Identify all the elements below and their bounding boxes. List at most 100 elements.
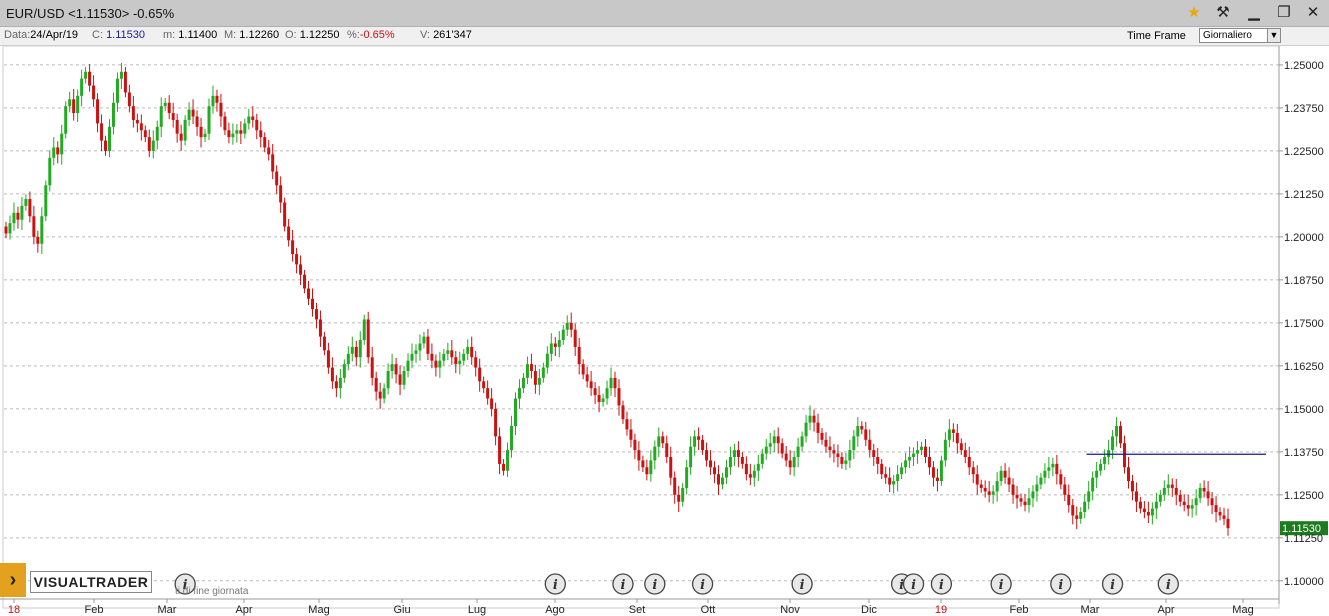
close-icon[interactable]: ✕ bbox=[1302, 2, 1324, 24]
time-frame-select[interactable]: Giornaliero ▼ bbox=[1199, 28, 1281, 43]
candle bbox=[366, 311, 370, 364]
candle bbox=[1011, 478, 1015, 504]
x-tick-label: Feb bbox=[1010, 604, 1029, 616]
candle-body bbox=[450, 350, 454, 358]
candle-body bbox=[430, 353, 434, 361]
candle-body bbox=[422, 336, 426, 344]
info-icon[interactable]: i bbox=[1050, 573, 1072, 595]
candle-body bbox=[243, 123, 247, 134]
candle bbox=[4, 221, 8, 239]
candle bbox=[633, 433, 637, 460]
candle-body bbox=[983, 487, 987, 492]
candle-body bbox=[20, 205, 24, 220]
candle bbox=[848, 439, 852, 468]
candle bbox=[195, 110, 199, 136]
eod-caption: ti di fine giornata bbox=[175, 586, 249, 597]
candle-body bbox=[828, 446, 832, 451]
candle bbox=[923, 439, 927, 464]
candle-body bbox=[175, 119, 179, 134]
candle bbox=[621, 400, 625, 424]
candle-body bbox=[939, 460, 943, 482]
star-icon[interactable]: ★ bbox=[1183, 2, 1205, 24]
candle-body bbox=[215, 95, 219, 103]
maximize-icon[interactable]: ❐ bbox=[1273, 2, 1295, 24]
candle bbox=[939, 455, 943, 486]
date-field: Data:24/Apr/19 bbox=[4, 29, 78, 41]
candle-body bbox=[1039, 477, 1043, 485]
candle-body bbox=[772, 436, 776, 444]
candle bbox=[442, 348, 446, 366]
candle bbox=[123, 66, 127, 98]
candle bbox=[1174, 479, 1178, 506]
candle bbox=[1154, 492, 1158, 519]
candle bbox=[291, 230, 295, 262]
candle-body bbox=[975, 474, 979, 485]
candle bbox=[20, 196, 24, 230]
candle-body bbox=[1138, 501, 1142, 509]
candle bbox=[247, 108, 251, 130]
info-icon[interactable]: i bbox=[990, 573, 1012, 595]
chevron-right-icon[interactable]: › bbox=[0, 563, 26, 597]
candle-body bbox=[303, 274, 307, 289]
price-chart[interactable]: iiiiiiiiiiiii 1.11530 1.100001.112501.12… bbox=[0, 46, 1329, 616]
info-icon[interactable]: i bbox=[612, 573, 634, 595]
candle-body bbox=[1174, 487, 1178, 495]
info-icon[interactable]: i bbox=[691, 573, 714, 595]
candle-body bbox=[792, 456, 796, 468]
candle bbox=[147, 129, 151, 158]
info-markers[interactable]: iiiiiiiiiiiii bbox=[174, 573, 1179, 595]
minimize-icon[interactable]: ▁ bbox=[1243, 2, 1265, 24]
candle-body bbox=[517, 388, 521, 399]
y-tick-label: 1.11250 bbox=[1284, 533, 1323, 545]
candle bbox=[279, 176, 283, 213]
candle bbox=[955, 423, 959, 454]
candle bbox=[748, 463, 752, 486]
info-icon[interactable]: i bbox=[644, 573, 666, 595]
plot-frame bbox=[2, 46, 1280, 609]
info-icon[interactable]: i bbox=[1157, 573, 1179, 595]
candle bbox=[1047, 456, 1051, 479]
max-field: M: 1.12260 bbox=[224, 29, 280, 41]
info-icon[interactable]: i bbox=[1101, 573, 1124, 595]
info-icon[interactable]: i bbox=[902, 573, 925, 595]
info-icon-glyph: i bbox=[652, 578, 657, 593]
candle-body bbox=[1067, 494, 1071, 506]
candle bbox=[88, 64, 92, 92]
candle-body bbox=[307, 288, 311, 299]
candle bbox=[653, 440, 657, 470]
candle-body bbox=[466, 346, 470, 354]
hammer-icon[interactable]: ⚒ bbox=[1212, 2, 1234, 24]
candle bbox=[1059, 469, 1063, 490]
candle bbox=[1071, 498, 1075, 525]
candle bbox=[96, 93, 100, 133]
candle-body bbox=[44, 185, 48, 217]
candle-body bbox=[326, 350, 330, 368]
candle-body bbox=[701, 439, 705, 451]
candle bbox=[1162, 480, 1166, 502]
candle-body bbox=[824, 439, 828, 447]
x-tick-label: Dic bbox=[861, 604, 877, 616]
info-icon[interactable]: i bbox=[930, 573, 953, 595]
candle bbox=[892, 474, 896, 494]
chevron-down-icon[interactable]: ▼ bbox=[1267, 29, 1280, 42]
candle bbox=[1198, 483, 1202, 504]
candle bbox=[609, 367, 613, 396]
candle-body bbox=[884, 474, 888, 478]
info-icon[interactable]: i bbox=[544, 573, 566, 595]
candle bbox=[625, 411, 629, 436]
candle bbox=[334, 375, 338, 398]
info-icon[interactable]: i bbox=[791, 573, 813, 595]
candle bbox=[713, 461, 717, 484]
candle-body bbox=[418, 343, 422, 351]
candle-body bbox=[748, 474, 752, 478]
candle bbox=[1019, 493, 1023, 507]
candle bbox=[151, 130, 155, 159]
candle-body bbox=[1222, 515, 1226, 519]
candle-body bbox=[275, 171, 279, 186]
x-tick-label: Nov bbox=[780, 604, 800, 616]
candle bbox=[900, 462, 904, 480]
candle-body bbox=[1007, 477, 1011, 485]
candle-body bbox=[1015, 494, 1019, 499]
candle-body bbox=[995, 481, 999, 492]
candle-body bbox=[470, 346, 474, 358]
